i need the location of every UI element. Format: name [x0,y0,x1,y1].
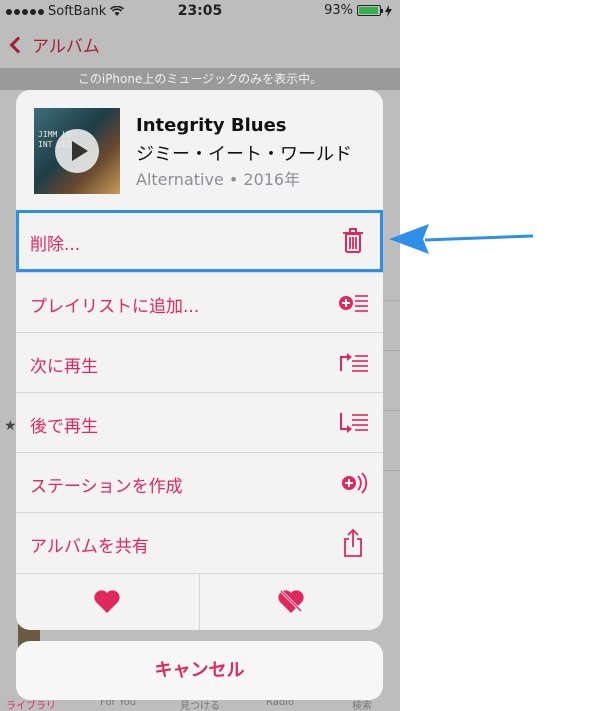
play-next-row[interactable]: 次に再生 [16,332,383,392]
filter-banner: このiPhone上のミュージックのみを表示中。 [0,68,400,90]
play-later-icon [340,413,368,433]
share-icon [344,528,362,557]
phone-screen: SoftBank 23:05 93% アルバム このiPhone上のミュージック… [0,0,400,711]
background-divider [380,410,400,411]
create-station-label: ステーションを作成 [30,477,183,497]
album-artwork[interactable]: JIMM LD INT UES [34,108,120,194]
album-title: Integrity Blues [136,115,287,136]
nav-bar: アルバム [0,24,400,66]
cancel-button[interactable]: キャンセル [16,641,383,700]
play-button[interactable] [55,129,99,173]
battery-icon [357,5,383,16]
rating-actions [16,573,383,630]
charging-bolt-icon [385,4,392,17]
add-to-playlist-label: プレイリストに追加... [30,297,200,317]
album-meta: Alternative • 2016年 [136,170,301,189]
battery-percent: 93% [324,3,353,18]
play-later-row[interactable]: 後で再生 [16,392,383,452]
album-header: JIMM LD INT UES Integrity Blues ジミー・イート・… [16,90,383,208]
chevron-left-icon [9,36,27,53]
background-divider [380,350,400,351]
share-album-row[interactable]: アルバムを共有 [16,512,383,572]
background-divider [380,470,400,471]
love-button[interactable] [16,574,199,630]
background-divider [380,300,400,301]
back-button[interactable]: アルバム [8,32,100,57]
star-icon: ★ [4,418,17,434]
play-icon [72,141,88,161]
dislike-heart-icon [278,589,304,613]
add-to-playlist-row[interactable]: プレイリストに追加... [16,272,383,332]
play-later-label: 後で再生 [30,417,98,437]
album-artist: ジミー・イート・ワールド [136,144,352,165]
status-bar: SoftBank 23:05 93% [0,0,400,22]
create-station-row[interactable]: ステーションを作成 [16,452,383,512]
play-next-label: 次に再生 [30,357,98,377]
add-to-playlist-icon [339,295,368,312]
dislike-button[interactable] [200,574,383,630]
heart-icon [94,590,120,613]
action-sheet: JIMM LD INT UES Integrity Blues ジミー・イート・… [16,90,383,630]
pointer-arrow-icon [389,224,534,254]
share-album-label: アルバムを共有 [30,537,149,557]
create-station-icon [342,472,368,494]
back-label: アルバム [32,37,100,57]
status-right: 93% [324,3,392,18]
play-next-icon [340,353,368,372]
battery-level-fill [359,7,378,14]
highlight-box [16,210,383,272]
